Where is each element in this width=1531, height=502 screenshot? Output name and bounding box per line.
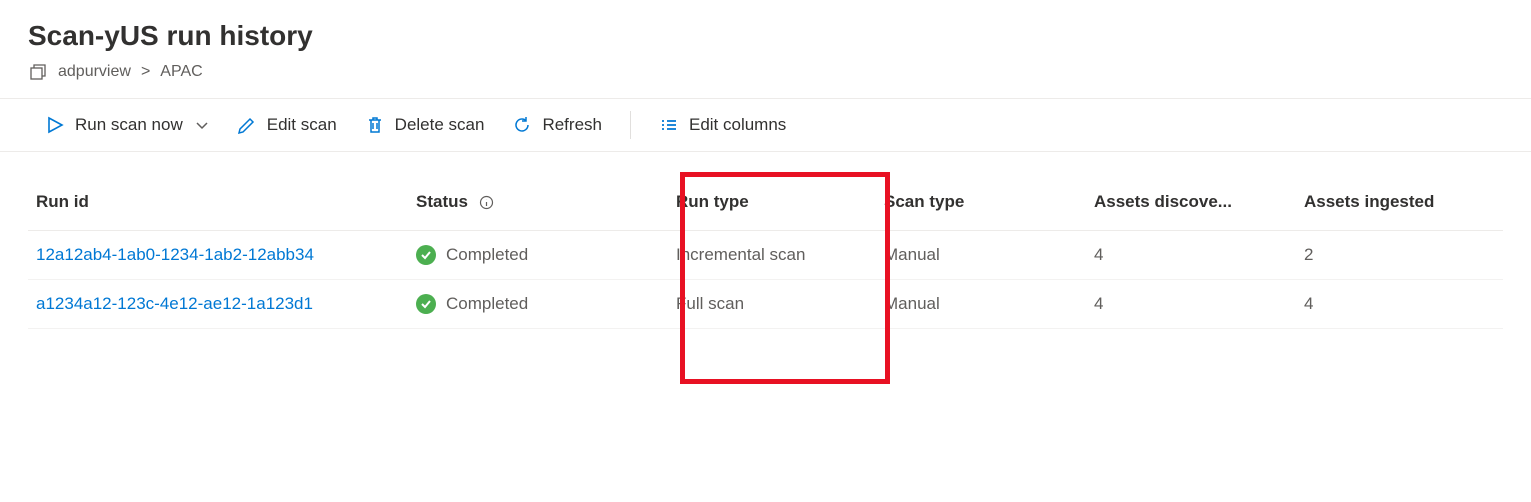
refresh-button[interactable]: Refresh <box>512 115 602 135</box>
status-cell: Completed <box>408 280 668 329</box>
scan-type-cell: Manual <box>876 231 1086 280</box>
table-row: 12a12ab4-1ab0-1234-1ab2-12abb34 Complete… <box>28 231 1503 280</box>
run-id-link[interactable]: 12a12ab4-1ab0-1234-1ab2-12abb34 <box>28 231 408 280</box>
info-icon[interactable] <box>479 195 494 210</box>
run-history-table: Run id Status Run type Scan type Assets … <box>28 174 1503 329</box>
refresh-label: Refresh <box>542 115 602 135</box>
toolbar-divider <box>630 111 631 139</box>
breadcrumb-root[interactable]: adpurview <box>58 63 131 81</box>
copy-stack-icon <box>28 62 48 82</box>
breadcrumb-separator: > <box>141 63 150 81</box>
run-id-link[interactable]: a1234a12-123c-4e12-ae12-1a123d1 <box>28 280 408 329</box>
assets-ingested-cell: 4 <box>1296 280 1503 329</box>
list-columns-icon <box>659 115 679 135</box>
chevron-down-icon <box>195 118 209 132</box>
col-header-status[interactable]: Status <box>408 174 668 231</box>
delete-scan-button[interactable]: Delete scan <box>365 115 485 135</box>
status-cell: Completed <box>408 231 668 280</box>
col-header-run-id[interactable]: Run id <box>28 174 408 231</box>
run-scan-label: Run scan now <box>75 115 183 135</box>
run-scan-button[interactable]: Run scan now <box>45 115 209 135</box>
edit-columns-button[interactable]: Edit columns <box>659 115 786 135</box>
edit-scan-button[interactable]: Edit scan <box>237 115 337 135</box>
assets-discovered-cell: 4 <box>1086 231 1296 280</box>
breadcrumb-current: APAC <box>160 63 202 81</box>
pencil-icon <box>237 115 257 135</box>
col-header-status-label: Status <box>416 192 468 211</box>
table-row: a1234a12-123c-4e12-ae12-1a123d1 Complete… <box>28 280 1503 329</box>
status-text: Completed <box>446 245 528 265</box>
page-title: Scan-yUS run history <box>28 20 1503 52</box>
col-header-scan-type[interactable]: Scan type <box>876 174 1086 231</box>
col-header-assets-discovered[interactable]: Assets discove... <box>1086 174 1296 231</box>
scan-type-cell: Manual <box>876 280 1086 329</box>
col-header-run-type[interactable]: Run type <box>668 174 876 231</box>
status-text: Completed <box>446 294 528 314</box>
breadcrumb: adpurview > APAC <box>28 62 1503 82</box>
assets-discovered-cell: 4 <box>1086 280 1296 329</box>
trash-icon <box>365 115 385 135</box>
delete-scan-label: Delete scan <box>395 115 485 135</box>
check-circle-icon <box>416 245 436 265</box>
assets-ingested-cell: 2 <box>1296 231 1503 280</box>
play-icon <box>45 115 65 135</box>
toolbar: Run scan now Edit scan Delete scan <box>0 98 1531 152</box>
edit-columns-label: Edit columns <box>689 115 786 135</box>
table-header-row: Run id Status Run type Scan type Assets … <box>28 174 1503 231</box>
edit-scan-label: Edit scan <box>267 115 337 135</box>
run-type-cell: Incremental scan <box>668 231 876 280</box>
run-type-cell: Full scan <box>668 280 876 329</box>
refresh-icon <box>512 115 532 135</box>
check-circle-icon <box>416 294 436 314</box>
col-header-assets-ingested[interactable]: Assets ingested <box>1296 174 1503 231</box>
